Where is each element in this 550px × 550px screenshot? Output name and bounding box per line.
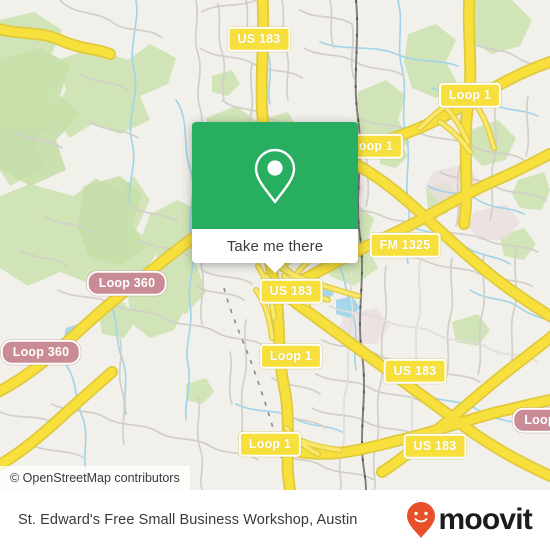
road-shield-loop360-upper: Loop 360 xyxy=(86,270,168,296)
callout-action-panel[interactable]: Take me there xyxy=(192,229,358,263)
map-attribution[interactable]: © OpenStreetMap contributors xyxy=(0,466,190,490)
road-shield-loop1-bottom: Loop 1 xyxy=(238,431,302,457)
road-shield-us183-top: US 183 xyxy=(227,26,291,52)
footer-bar: St. Edward's Free Small Business Worksho… xyxy=(0,490,550,550)
moovit-brand[interactable]: moovit xyxy=(406,501,533,539)
road-shield-loop-edge: Loop xyxy=(512,407,550,433)
road-shield-us183-mid: US 183 xyxy=(259,278,323,304)
callout-image-panel xyxy=(192,122,358,229)
moovit-smiley-pin-icon xyxy=(407,502,436,538)
place-callout-card[interactable]: Take me there xyxy=(192,122,358,273)
road-shield-loop360-lower: Loop 360 xyxy=(0,339,82,365)
map-canvas[interactable]: US 183 Loop 1 Loop 1 FM 1325 Loop 360 US 183 L… xyxy=(0,0,550,490)
road-shield-us183-right: US 183 xyxy=(383,358,447,384)
callout-pointer xyxy=(264,262,286,273)
road-shield-loop1-topright: Loop 1 xyxy=(438,82,502,108)
moovit-wordmark: moovit xyxy=(438,503,532,536)
road-shield-us183-bottom: US 183 xyxy=(403,433,467,459)
take-me-there-button-label[interactable]: Take me there xyxy=(227,238,323,255)
road-shield-fm1325: FM 1325 xyxy=(369,232,441,258)
place-title: St. Edward's Free Small Business Worksho… xyxy=(18,512,358,528)
map-pin-icon xyxy=(254,148,296,203)
moovit-map-page: US 183 Loop 1 Loop 1 FM 1325 Loop 360 US 183 L… xyxy=(0,0,550,550)
road-shield-loop1-mid: Loop 1 xyxy=(259,343,323,369)
